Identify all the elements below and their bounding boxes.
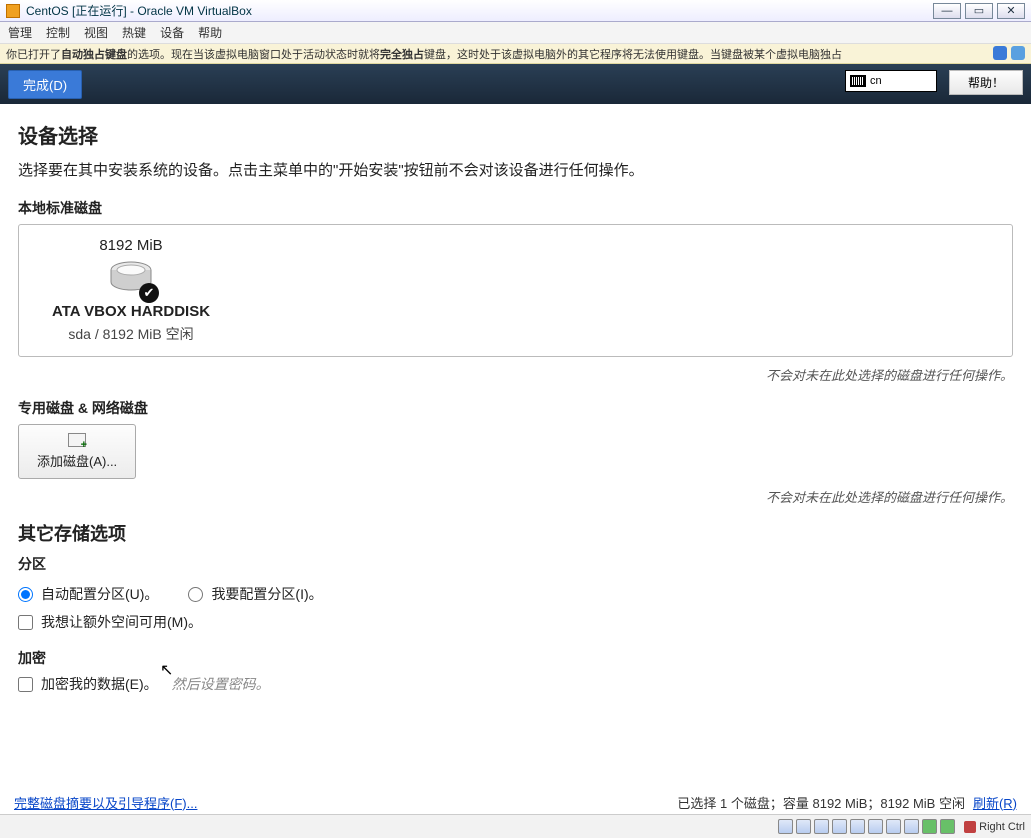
- disk-detail: sda / 8192 MiB 空闲: [31, 324, 231, 344]
- encrypt-check-label: 加密我的数据(E)。: [41, 674, 158, 694]
- mouse-integration-status-icon[interactable]: [922, 819, 937, 834]
- menu-bar: 管理 控制 视图 热键 设备 帮助: [0, 22, 1031, 44]
- selected-check-icon: ✔: [139, 283, 159, 303]
- close-button[interactable]: ✕: [997, 3, 1025, 19]
- local-disks-frame: 8192 MiB ✔ ATA VBOX HARDDISK sda / 8192 …: [18, 224, 1013, 357]
- mouse-integration-icon[interactable]: [1011, 46, 1025, 60]
- network-icon[interactable]: [814, 819, 829, 834]
- menu-item[interactable]: 设备: [160, 24, 184, 41]
- done-button[interactable]: 完成(D): [8, 70, 82, 99]
- menu-item[interactable]: 控制: [46, 24, 70, 41]
- vm-status-bar: Right Ctrl: [0, 814, 1031, 838]
- add-disk-label: 添加磁盘(A)...: [37, 454, 117, 469]
- ime-label: cn: [870, 75, 882, 87]
- shared-folder-icon[interactable]: [850, 819, 865, 834]
- keyboard-capture-notification: 你已打开了 自动独占键盘 的选项。现在当该虚拟电脑窗口处于活动状态时就将 完全独…: [0, 44, 1031, 64]
- audio-icon[interactable]: [904, 819, 919, 834]
- disk-name: ATA VBOX HARDDISK: [31, 303, 231, 320]
- notify-text: 你已打开了: [6, 46, 61, 62]
- optical-drive-icon[interactable]: [796, 819, 811, 834]
- encrypt-label: 加密: [18, 648, 1013, 668]
- dismiss-notification-icon[interactable]: [993, 46, 1007, 60]
- host-key-indicator: Right Ctrl: [964, 821, 1025, 833]
- extra-space-label: 我想让额外空间可用(M)。: [41, 612, 202, 632]
- partition-label: 分区: [18, 554, 1013, 574]
- manual-partition-radio[interactable]: 我要配置分区(I)。: [188, 584, 322, 604]
- extra-space-input[interactable]: [18, 615, 33, 630]
- selection-summary: 已选择 1 个磁盘；容量 8192 MiB；8192 MiB 空闲: [677, 793, 965, 812]
- extra-space-check[interactable]: 我想让额外空间可用(M)。: [18, 612, 1013, 632]
- network-disks-label: 专用磁盘 & 网络磁盘: [18, 398, 1013, 418]
- disk-icon-wrap: ✔: [109, 260, 153, 297]
- manual-partition-input[interactable]: [188, 587, 203, 602]
- disk-note: 不会对未在此处选择的磁盘进行任何操作。: [18, 365, 1013, 384]
- manual-partition-label: 我要配置分区(I)。: [211, 584, 322, 604]
- local-disks-label: 本地标准磁盘: [18, 198, 1013, 218]
- menu-item[interactable]: 帮助: [198, 24, 222, 41]
- usb-icon[interactable]: [832, 819, 847, 834]
- page-title: 设备选择: [18, 120, 1013, 149]
- page-intro: 选择要在其中安装系统的设备。点击主菜单中的"开始安装"按钮前不会对该设备进行任何…: [18, 159, 1013, 180]
- disk-note: 不会对未在此处选择的磁盘进行任何操作。: [18, 487, 1013, 506]
- menu-item[interactable]: 管理: [8, 24, 32, 41]
- notify-text: 的选项。现在当该虚拟电脑窗口处于活动状态时就将: [127, 46, 380, 62]
- auto-partition-radio[interactable]: 自动配置分区(U)。: [18, 584, 158, 604]
- add-disk-icon: [68, 433, 86, 447]
- menu-item[interactable]: 视图: [84, 24, 108, 41]
- keyboard-icon: [850, 75, 866, 87]
- window-title: CentOS [正在运行] - Oracle VM VirtualBox: [26, 2, 929, 19]
- ime-indicator[interactable]: cn: [845, 70, 937, 92]
- auto-partition-label: 自动配置分区(U)。: [41, 584, 158, 604]
- notify-text: 键盘，这时处于该虚拟电脑外的其它程序将无法使用键盘。当键盘被某个虚拟电脑独占: [424, 46, 842, 62]
- minimize-button[interactable]: —: [933, 3, 961, 19]
- disk-item[interactable]: 8192 MiB ✔ ATA VBOX HARDDISK sda / 8192 …: [31, 237, 231, 344]
- notify-bold: 完全独占: [380, 46, 424, 62]
- installer-header: 完成(D) cn 帮助！: [0, 64, 1031, 104]
- help-button[interactable]: 帮助！: [949, 70, 1023, 95]
- window-titlebar: CentOS [正在运行] - Oracle VM VirtualBox — ▭…: [0, 0, 1031, 22]
- encrypt-input[interactable]: [18, 677, 33, 692]
- notify-bold: 自动独占键盘: [61, 46, 127, 62]
- virtualbox-icon: [6, 4, 20, 18]
- encrypt-hint: 然后设置密码。: [172, 674, 270, 694]
- hostkey-label: Right Ctrl: [979, 821, 1025, 833]
- display-icon[interactable]: [868, 819, 883, 834]
- hostkey-icon: [964, 821, 976, 833]
- disk-size: 8192 MiB: [31, 237, 231, 254]
- auto-partition-input[interactable]: [18, 587, 33, 602]
- encrypt-check[interactable]: 加密我的数据(E)。 然后设置密码。: [18, 674, 1013, 694]
- footer-bar: 完整磁盘摘要以及引导程序(F)... 已选择 1 个磁盘；容量 8192 MiB…: [0, 790, 1031, 814]
- recording-icon[interactable]: [886, 819, 901, 834]
- add-disk-button[interactable]: 添加磁盘(A)...: [18, 424, 136, 479]
- full-summary-link[interactable]: 完整磁盘摘要以及引导程序(F)...: [14, 793, 197, 812]
- maximize-button[interactable]: ▭: [965, 3, 993, 19]
- other-storage-title: 其它存储选项: [18, 520, 1013, 546]
- menu-item[interactable]: 热键: [122, 24, 146, 41]
- keyboard-capture-status-icon[interactable]: [940, 819, 955, 834]
- content-area: 设备选择 选择要在其中安装系统的设备。点击主菜单中的"开始安装"按钮前不会对该设…: [0, 104, 1031, 814]
- refresh-link[interactable]: 刷新(R): [973, 793, 1017, 812]
- hd-activity-icon[interactable]: [778, 819, 793, 834]
